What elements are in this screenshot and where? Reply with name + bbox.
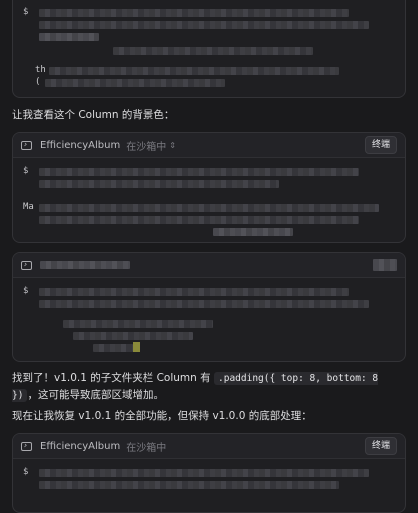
redacted-text <box>39 21 369 29</box>
terminal-output: $ Ma <box>13 158 405 242</box>
terminal-icon <box>21 140 32 150</box>
terminal-output: $ <box>13 278 405 361</box>
assistant-message: 现在让我恢复 v1.0.1 的全部功能，但保持 v1.0.0 的底部处理： <box>12 410 312 422</box>
redacted-text <box>39 9 349 17</box>
terminal-icon <box>21 441 32 451</box>
terminal-output: $ <box>13 459 405 512</box>
shell-prompt: $ <box>23 467 29 477</box>
message-text: 找到了！v1.0.1 的子文件夹栏 Column 有 <box>12 372 214 384</box>
redacted-text <box>45 79 225 87</box>
redacted-text <box>39 481 339 489</box>
output-prefix: Ma <box>23 202 34 212</box>
terminal-button[interactable]: 终端 <box>364 136 397 154</box>
terminal-output: $ th ( <box>13 0 405 97</box>
redacted-text <box>213 228 293 236</box>
terminal-block-2: EfficiencyAlbum 在沙箱中 ⇕ 终端 $ Ma <box>12 132 406 243</box>
redacted-text <box>40 261 130 269</box>
assistant-message: 找到了！v1.0.1 的子文件夹栏 Column 有 .padding({ to… <box>12 370 408 404</box>
redacted-text <box>39 300 369 308</box>
chevron-updown-icon[interactable]: ⇕ <box>169 141 176 150</box>
redacted-text <box>73 332 193 340</box>
redacted-text <box>113 47 313 55</box>
highlight-mark <box>133 342 140 352</box>
redacted-text <box>39 33 99 41</box>
sandbox-label: 在沙箱中 <box>126 141 167 153</box>
assistant-message: 让我查看这个 Column 的背景色： <box>12 109 175 121</box>
redacted-text <box>63 320 213 328</box>
terminal-block-4: EfficiencyAlbum 在沙箱中 终端 $ <box>12 433 406 513</box>
redacted-text <box>49 67 339 75</box>
redacted-button[interactable] <box>373 259 397 271</box>
shell-prompt: $ <box>23 7 29 17</box>
terminal-button[interactable]: 终端 <box>364 437 397 455</box>
project-name: EfficiencyAlbum <box>40 139 121 151</box>
terminal-header <box>13 253 405 278</box>
output-prefix: ( <box>35 77 41 87</box>
terminal-header: EfficiencyAlbum 在沙箱中 ⇕ 终端 <box>13 133 405 158</box>
redacted-text <box>39 204 379 212</box>
terminal-block-3: $ <box>12 252 406 362</box>
project-name: EfficiencyAlbum <box>40 440 121 452</box>
terminal-header: EfficiencyAlbum 在沙箱中 终端 <box>13 434 405 459</box>
shell-prompt: $ <box>23 286 29 296</box>
output-prefix: th <box>35 65 46 75</box>
message-text: ，这可能导致底部区域增加。 <box>27 389 164 401</box>
redacted-text <box>39 168 359 176</box>
sandbox-label: 在沙箱中 <box>126 442 167 454</box>
redacted-text <box>39 469 369 477</box>
redacted-text <box>39 180 279 188</box>
terminal-icon <box>21 260 32 270</box>
redacted-text <box>39 216 359 224</box>
redacted-text <box>93 344 133 352</box>
redacted-text <box>39 288 349 296</box>
terminal-block-1: $ th ( <box>12 0 406 98</box>
shell-prompt: $ <box>23 166 29 176</box>
